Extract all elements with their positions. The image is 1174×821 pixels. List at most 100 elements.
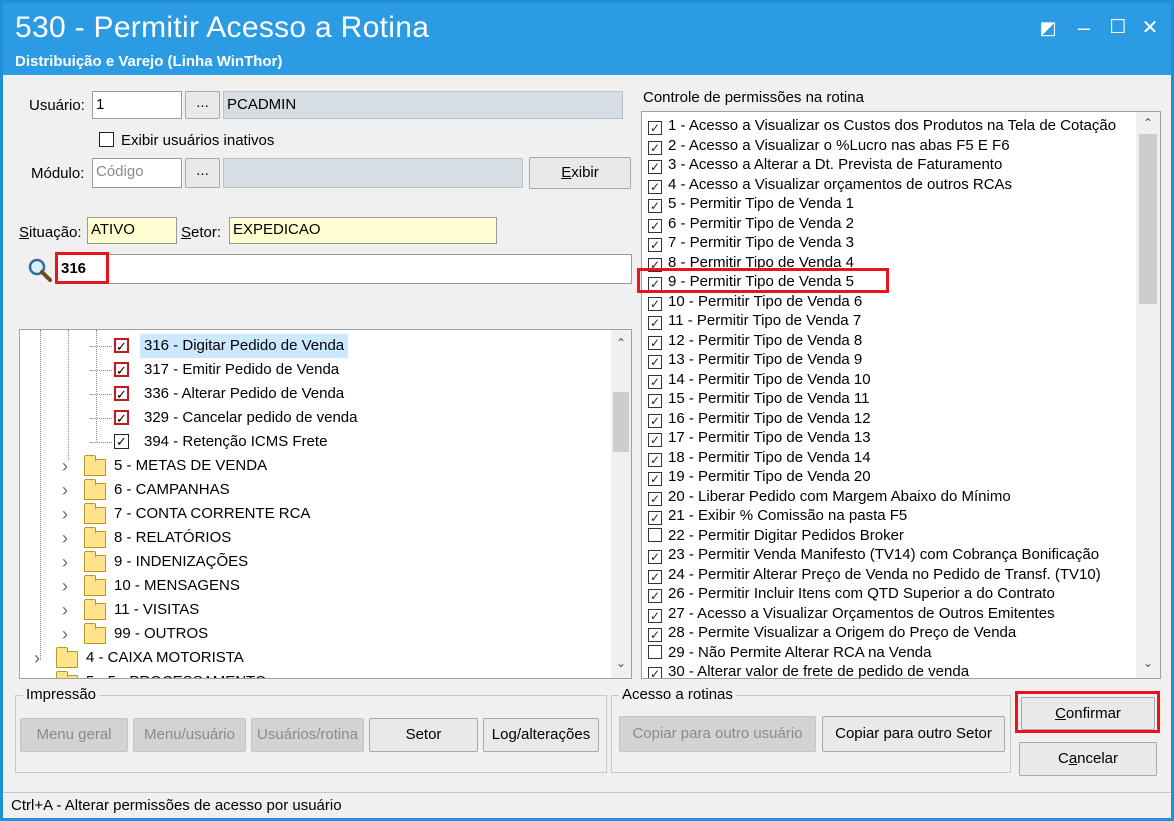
permission-checkbox[interactable]: ✓ [648, 374, 662, 389]
show-button[interactable]: Exibir [529, 157, 631, 189]
permission-checkbox[interactable]: ✓ [648, 316, 662, 330]
log-button[interactable]: Log/alterações [483, 718, 599, 752]
permission-checkbox[interactable]: ✓ [648, 589, 662, 603]
permission-item[interactable]: ✓ 18 - Permitir Tipo de Venda 14 [648, 448, 1132, 468]
permission-9-highlight-box [637, 268, 889, 293]
permission-item[interactable]: ✓ 6 - Permitir Tipo de Venda 2 [648, 214, 1132, 234]
permission-checkbox[interactable]: ✓ [648, 452, 662, 467]
tree-scrollbar[interactable]: ⌃ ⌄ [611, 330, 631, 678]
show-inactive-checkbox[interactable] [99, 132, 114, 147]
permission-item[interactable]: ✓ 24 - Permitir Alterar Preço de Venda no… [648, 565, 1132, 585]
tree-item-checkbox[interactable]: ✓ [114, 362, 129, 377]
minimize-icon[interactable]: – [1069, 13, 1099, 43]
permission-item[interactable]: ✓ 2 - Acesso a Visualizar o %Lucro nas ab… [648, 136, 1132, 156]
permission-checkbox[interactable]: ✓ [648, 491, 662, 506]
permission-item[interactable]: ✓ 26 - Permitir Incluir Itens com QTD Sup… [648, 584, 1132, 604]
permission-item[interactable]: ✓ 3 - Acesso a Alterar a Dt. Prevista de … [648, 155, 1132, 175]
permission-checkbox[interactable] [648, 527, 662, 542]
permission-checkbox[interactable]: ✓ [648, 140, 662, 155]
permission-checkbox[interactable] [648, 644, 662, 659]
expand-chevron-icon[interactable]: › [62, 574, 68, 598]
permission-item[interactable]: ✓ 30 - Alterar valor de frete de pedido d… [648, 662, 1132, 678]
permission-checkbox[interactable]: ✓ [648, 160, 662, 174]
permission-checkbox[interactable]: ✓ [648, 199, 662, 213]
permission-item[interactable]: ✓ 28 - Permite Visualizar a Origem do Pre… [648, 623, 1132, 643]
expand-chevron-icon[interactable]: › [62, 598, 68, 622]
scroll-down-icon[interactable]: ⌄ [1136, 656, 1160, 670]
permission-label: 23 - Permitir Venda Manifesto (TV14) com… [668, 546, 1100, 563]
permission-checkbox[interactable]: ✓ [648, 550, 662, 564]
cancel-button[interactable]: Cancelar [1019, 742, 1157, 776]
permission-item[interactable]: ✓ 20 - Liberar Pedido com Margem Abaixo d… [648, 487, 1132, 507]
permission-item[interactable]: ✓ 12 - Permitir Tipo de Venda 8 [648, 331, 1132, 351]
close-icon[interactable]: ✕ [1135, 13, 1165, 43]
expand-chevron-icon[interactable]: › [62, 550, 68, 574]
permission-checkbox[interactable]: ✓ [648, 413, 662, 428]
permission-item[interactable]: ✓ 7 - Permitir Tipo de Venda 3 [648, 233, 1132, 253]
permission-item[interactable]: ✓ 16 - Permitir Tipo de Venda 12 [648, 409, 1132, 429]
title-bar[interactable]: 530 - Permitir Acesso a Rotina Distribui… [3, 3, 1171, 75]
permission-item[interactable]: ✓ 11 - Permitir Tipo de Venda 7 [648, 311, 1132, 331]
permission-item[interactable]: ✓ 1 - Acesso a Visualizar os Custos dos P… [648, 116, 1132, 136]
expand-chevron-icon[interactable]: › [62, 502, 68, 526]
tree-item-checkbox[interactable]: ✓ [114, 434, 129, 449]
user-lookup-button[interactable]: ... [185, 91, 220, 119]
permissions-list[interactable]: ✓ 1 - Acesso a Visualizar os Custos dos P… [641, 111, 1161, 679]
permission-checkbox[interactable]: ✓ [648, 667, 662, 678]
permission-checkbox[interactable]: ✓ [648, 511, 662, 525]
search-input[interactable]: 316 [57, 254, 632, 284]
scroll-up-icon[interactable]: ⌃ [611, 336, 631, 350]
expand-chevron-icon[interactable]: › [34, 670, 40, 678]
expand-chevron-icon[interactable]: › [62, 526, 68, 550]
permission-checkbox[interactable]: ✓ [648, 179, 662, 194]
permission-checkbox[interactable]: ✓ [648, 628, 662, 642]
tree-item-checkbox[interactable]: ✓ [114, 338, 129, 353]
menu-usuario-button[interactable]: Menu/usuário [133, 718, 246, 752]
tree-item-label: 10 - MENSAGENS [114, 577, 240, 594]
permissions-scroll-thumb[interactable] [1139, 134, 1157, 304]
copiar-usuario-button[interactable]: Copiar para outro usuário [619, 716, 816, 752]
permission-item[interactable]: ✓ 4 - Acesso a Visualizar orçamentos de o… [648, 175, 1132, 195]
permission-checkbox[interactable]: ✓ [648, 608, 662, 623]
restore-icon[interactable]: ◩ [1033, 13, 1063, 43]
permission-checkbox[interactable]: ✓ [648, 121, 662, 135]
menu-geral-button[interactable]: Menu geral [20, 718, 128, 752]
permission-item[interactable]: ✓ 10 - Permitir Tipo de Venda 6 [648, 292, 1132, 312]
scroll-down-icon[interactable]: ⌄ [611, 656, 631, 670]
usuarios-rotina-button[interactable]: Usuários/rotina [251, 718, 364, 752]
module-lookup-button[interactable]: ... [185, 158, 220, 188]
permission-item[interactable]: ✓ 19 - Permitir Tipo de Venda 20 [648, 467, 1132, 487]
tree-item-checkbox[interactable]: ✓ [114, 410, 129, 425]
permission-item[interactable]: ✓ 15 - Permitir Tipo de Venda 11 [648, 389, 1132, 409]
routine-tree[interactable]: ✓ 316 - Digitar Pedido de Venda ✓ 317 - Emi… [19, 329, 632, 679]
setor-button[interactable]: Setor [369, 718, 478, 752]
permission-checkbox[interactable]: ✓ [648, 238, 662, 252]
permission-checkbox[interactable]: ✓ [648, 472, 662, 486]
permission-checkbox[interactable]: ✓ [648, 335, 662, 350]
maximize-icon[interactable]: ☐ [1103, 13, 1133, 43]
expand-chevron-icon[interactable]: › [62, 622, 68, 646]
permission-item[interactable]: ✓ 21 - Exibir % Comissão na pasta F5 [648, 506, 1132, 526]
permission-item[interactable]: ✓ 23 - Permitir Venda Manifesto (TV14) co… [648, 545, 1132, 565]
permission-checkbox[interactable]: ✓ [648, 433, 662, 447]
permissions-scrollbar[interactable]: ⌃ ⌄ [1136, 112, 1160, 678]
copiar-setor-button[interactable]: Copiar para outro Setor [822, 716, 1005, 752]
tree-item-checkbox[interactable]: ✓ [114, 386, 129, 401]
permission-item[interactable]: ✓ 5 - Permitir Tipo de Venda 1 [648, 194, 1132, 214]
expand-chevron-icon[interactable]: › [62, 478, 68, 502]
permission-checkbox[interactable]: ✓ [648, 355, 662, 369]
permission-checkbox[interactable]: ✓ [648, 218, 662, 233]
permission-checkbox[interactable]: ✓ [648, 394, 662, 408]
module-code-field[interactable]: Código [92, 158, 182, 188]
permission-checkbox[interactable]: ✓ [648, 296, 662, 311]
permission-item[interactable]: 29 - Não Permite Alterar RCA na Venda [648, 643, 1132, 663]
permission-item[interactable]: ✓ 14 - Permitir Tipo de Venda 10 [648, 370, 1132, 390]
user-code-field[interactable]: 1 [92, 91, 182, 119]
scroll-up-icon[interactable]: ⌃ [1136, 116, 1160, 130]
permission-item[interactable]: ✓ 13 - Permitir Tipo de Venda 9 [648, 350, 1132, 370]
permission-checkbox[interactable]: ✓ [648, 569, 662, 584]
permission-item[interactable]: ✓ 17 - Permitir Tipo de Venda 13 [648, 428, 1132, 448]
permission-item[interactable]: ✓ 27 - Acesso a Visualizar Orçamentos de … [648, 604, 1132, 624]
permission-item[interactable]: 22 - Permitir Digitar Pedidos Broker [648, 526, 1132, 546]
tree-scroll-thumb[interactable] [613, 392, 629, 452]
